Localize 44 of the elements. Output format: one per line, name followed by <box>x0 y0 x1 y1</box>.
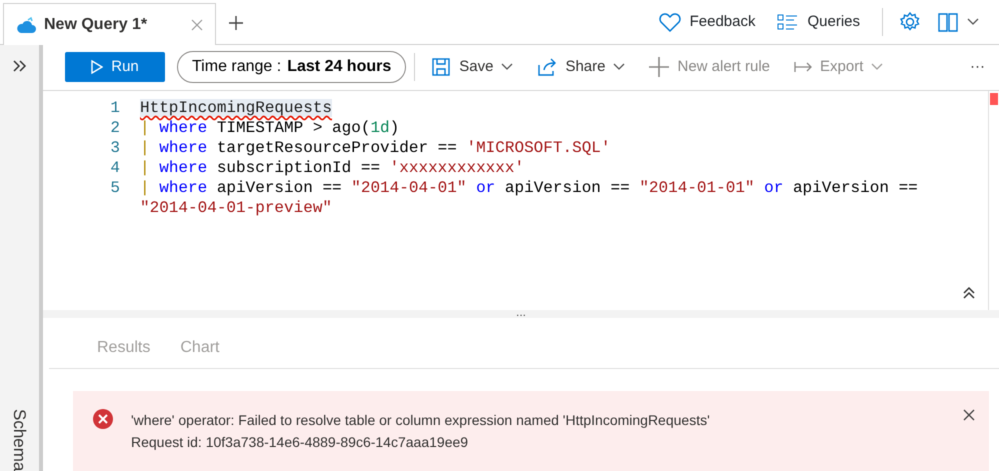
code-line: "2014-04-01-preview" <box>140 198 332 218</box>
line-number: 4 <box>109 158 121 178</box>
list-icon <box>777 13 800 31</box>
splitter-handle[interactable]: ... <box>43 310 999 318</box>
close-icon[interactable] <box>963 409 975 421</box>
sidebar-label[interactable]: Schema <box>11 408 28 471</box>
play-icon <box>91 60 104 74</box>
expand-icon[interactable] <box>12 59 28 73</box>
code-line: | where subscriptionId == 'xxxxxxxxxxxx' <box>140 158 524 178</box>
code-line: | where apiVersion == "2014-04-01" or apiVersion == "2014-01-01" or apiVersion == <box>140 178 918 198</box>
plus-icon <box>649 57 670 78</box>
book-icon <box>937 11 959 33</box>
query-tab[interactable]: New Query 1* <box>3 3 216 45</box>
book-menu-button[interactable] <box>937 11 979 33</box>
add-tab-icon[interactable] <box>228 15 244 31</box>
more-button[interactable]: ··· <box>962 56 993 79</box>
header-button[interactable]: Queries <box>777 10 860 34</box>
chevron-down-icon <box>967 18 979 26</box>
collapse-icon[interactable] <box>962 286 976 300</box>
line-number: 3 <box>109 138 121 158</box>
error-message: 'where' operator: Failed to resolve table or column expression named 'HttpIncomingRequests' <box>131 411 711 430</box>
error-icon <box>93 409 113 429</box>
settings-icon[interactable] <box>899 11 921 33</box>
share-icon <box>537 57 558 78</box>
line-number: 5 <box>109 178 121 198</box>
toolbar-button[interactable]: Save <box>423 56 522 79</box>
time-range-button[interactable]: Time range : Last 24 hours <box>177 51 406 84</box>
chevron-down-icon <box>613 63 626 72</box>
run-button[interactable]: Run <box>65 52 165 82</box>
heart-icon <box>658 11 682 33</box>
chevron-down-icon <box>871 63 884 72</box>
chevron-down-icon <box>501 63 514 72</box>
code-line: | where targetResourceProvider == 'MICROSOFT.SQL' <box>140 138 610 158</box>
error-marker <box>990 92 998 105</box>
line-number: 2 <box>109 118 121 138</box>
save-icon <box>431 57 452 78</box>
code-line: | where TIMESTAMP > ago(1d) <box>140 118 400 138</box>
line-number: 1 <box>109 98 121 118</box>
tab-title: New Query 1* <box>44 14 148 34</box>
request-id: Request id: 10f3a738-14e6-4889-89c6-14c7aaa19ee9 <box>131 433 470 452</box>
toolbar-button[interactable]: Share <box>529 56 634 79</box>
cloud-icon <box>16 16 36 34</box>
header-button[interactable]: Feedback <box>658 10 756 34</box>
arrow-right-icon <box>794 61 812 74</box>
